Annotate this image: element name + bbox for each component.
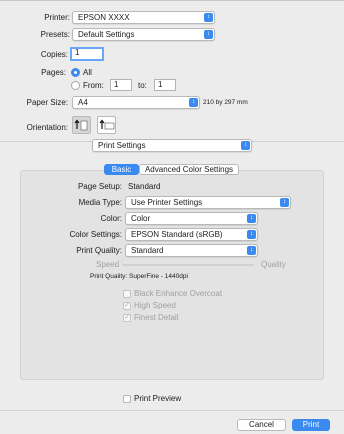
print-preview-label: Print Preview [134, 394, 182, 403]
color-popup[interactable]: Color ↕ [125, 212, 258, 225]
orientation-portrait-button[interactable] [72, 116, 91, 134]
quality-slider-track[interactable] [122, 264, 254, 266]
pages-from-field[interactable]: 1 [110, 79, 132, 91]
paper-size-label: Paper Size: [26, 98, 68, 107]
chevron-updown-icon: ↕ [189, 98, 198, 107]
media-type-popup[interactable]: Use Printer Settings ↕ [125, 196, 291, 209]
high-speed-label: High Speed [134, 301, 176, 310]
print-quality-label: Print Quality: [76, 246, 122, 255]
color-settings-popup[interactable]: EPSON Standard (sRGB) ↕ [125, 228, 258, 241]
page-setup-label: Page Setup: [77, 182, 122, 191]
pages-from-label: From: [83, 81, 104, 90]
pages-all-label: All [83, 68, 92, 77]
media-type-value: Use Printer Settings [131, 198, 203, 207]
footer-separator [0, 410, 344, 411]
copies-field[interactable]: 1 [70, 47, 104, 61]
section-popup[interactable]: Print Settings ↕ [92, 139, 252, 152]
pages-from-radio[interactable] [71, 81, 80, 90]
chevron-updown-icon: ↕ [204, 30, 213, 39]
print-preview-checkbox[interactable] [123, 395, 131, 403]
paper-size-dimensions: 210 by 297 mm [203, 99, 248, 106]
color-label: Color: [100, 214, 122, 223]
slider-quality-label: Quality [261, 260, 286, 269]
quality-slider-thumb[interactable] [118, 258, 126, 266]
portrait-icon [74, 119, 88, 131]
orientation-landscape-button[interactable] [97, 116, 116, 134]
high-speed-checkbox[interactable]: ✓ [123, 302, 131, 310]
finest-detail-label: Finest Detail [134, 313, 179, 322]
chevron-updown-icon: ↕ [247, 214, 256, 223]
chevron-updown-icon: ↕ [241, 141, 250, 150]
paper-size-value: A4 [78, 98, 88, 107]
chevron-updown-icon: ↕ [247, 230, 256, 239]
finest-detail-checkbox[interactable]: ✓ [123, 314, 131, 322]
tab-advanced-color-settings[interactable]: Advanced Color Settings [139, 164, 239, 175]
window-top-border [0, 0, 344, 1]
section-popup-value: Print Settings [98, 141, 146, 150]
color-value: Color [131, 214, 151, 223]
chevron-updown-icon: ↕ [247, 246, 256, 255]
print-quality-popup[interactable]: Standard ↕ [125, 244, 258, 257]
chevron-updown-icon: ↕ [204, 13, 213, 22]
cancel-button[interactable]: Cancel [237, 419, 286, 431]
pages-label: Pages: [41, 68, 66, 77]
slider-speed-label: Speed [96, 260, 120, 269]
presets-value: Default Settings [78, 30, 135, 39]
quality-readout: Print Quality: SuperFine - 1440dpi [90, 273, 188, 280]
pages-all-radio[interactable] [71, 68, 80, 77]
black-enhance-overcoat-label: Black Enhance Overcoat [134, 289, 223, 298]
pages-to-field[interactable]: 1 [154, 79, 176, 91]
color-settings-label: Color Settings: [69, 230, 122, 239]
tab-basic[interactable]: Basic [104, 164, 139, 175]
page-setup-value: Standard [128, 182, 161, 191]
landscape-icon [99, 119, 115, 130]
print-quality-value: Standard [131, 246, 164, 255]
copies-label: Copies: [40, 50, 68, 59]
printer-popup[interactable]: EPSON XXXX ↕ [72, 11, 215, 24]
black-enhance-overcoat-checkbox[interactable] [123, 290, 131, 298]
printer-value: EPSON XXXX [78, 13, 130, 22]
pages-to-label: to: [138, 81, 147, 90]
color-settings-value: EPSON Standard (sRGB) [131, 230, 223, 239]
presets-label: Presets: [40, 30, 70, 39]
presets-popup[interactable]: Default Settings ↕ [72, 28, 215, 41]
paper-size-popup[interactable]: A4 ↕ [72, 96, 200, 109]
orientation-label: Orientation: [26, 123, 68, 132]
chevron-updown-icon: ↕ [280, 198, 289, 207]
printer-label: Printer: [44, 13, 70, 22]
print-button[interactable]: Print [292, 419, 330, 431]
media-type-label: Media Type: [78, 198, 122, 207]
